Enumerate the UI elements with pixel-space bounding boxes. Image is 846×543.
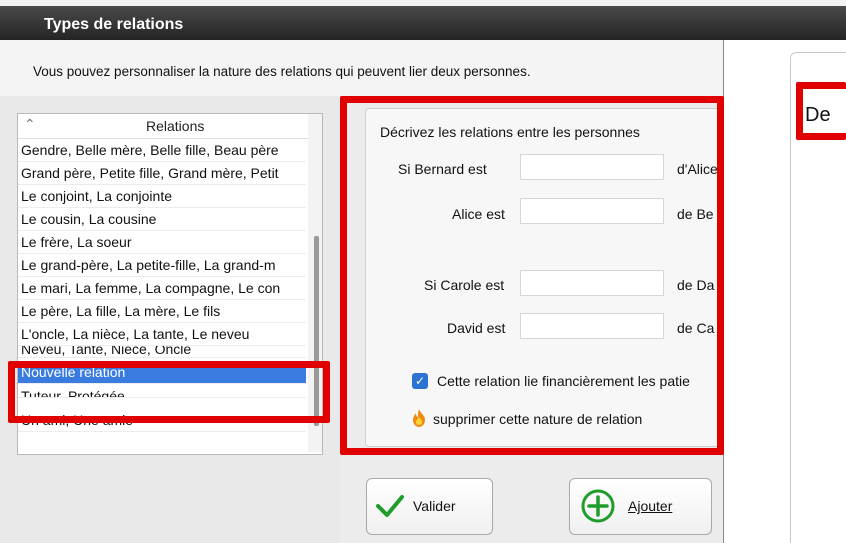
subtitle-bar: Vous pouvez personnaliser la nature des … (0, 40, 846, 97)
window-title: Types de relations (44, 16, 184, 33)
add-button[interactable]: Ajouter (569, 478, 712, 535)
highlight-box-list (8, 361, 330, 423)
list-item[interactable]: Le frère, La soeur (18, 231, 306, 254)
list-item[interactable]: Neveu, Tante, Nièce, Oncle (18, 346, 306, 358)
list-header-label: Relations (146, 118, 205, 134)
validate-button[interactable]: Valider (366, 478, 493, 535)
list-item[interactable]: Le père, La fille, La mère, Le fils (18, 300, 306, 323)
list-item[interactable]: Le cousin, La cousine (18, 208, 306, 231)
highlight-box-form (340, 96, 724, 455)
list-item[interactable]: Le conjoint, La conjointe (18, 185, 306, 208)
list-item[interactable]: Grand père, Petite fille, Grand mère, Pe… (18, 162, 306, 185)
title-bar: Types de relations (0, 0, 846, 40)
sort-up-icon[interactable]: ⌃ (24, 116, 36, 133)
add-circle-icon (581, 489, 615, 523)
list-item[interactable]: Le mari, La femme, La compagne, Le con (18, 277, 306, 300)
list-item[interactable]: Le grand-père, La petite-fille, La grand… (18, 254, 306, 277)
checkmark-icon (376, 495, 404, 517)
add-label: Ajouter (628, 498, 673, 514)
list-item[interactable]: L'oncle, La nièce, La tante, Le neveu (18, 323, 306, 346)
list-header[interactable]: ⌃ Relations (18, 114, 322, 139)
highlight-box-right (796, 82, 846, 140)
list-item[interactable]: Gendre, Belle mère, Belle fille, Beau pè… (18, 139, 306, 162)
relation-types-window: Types de relations Vous pouvez personnal… (0, 0, 846, 543)
validate-label: Valider (413, 498, 456, 514)
subtitle-text: Vous pouvez personnaliser la nature des … (33, 64, 531, 79)
